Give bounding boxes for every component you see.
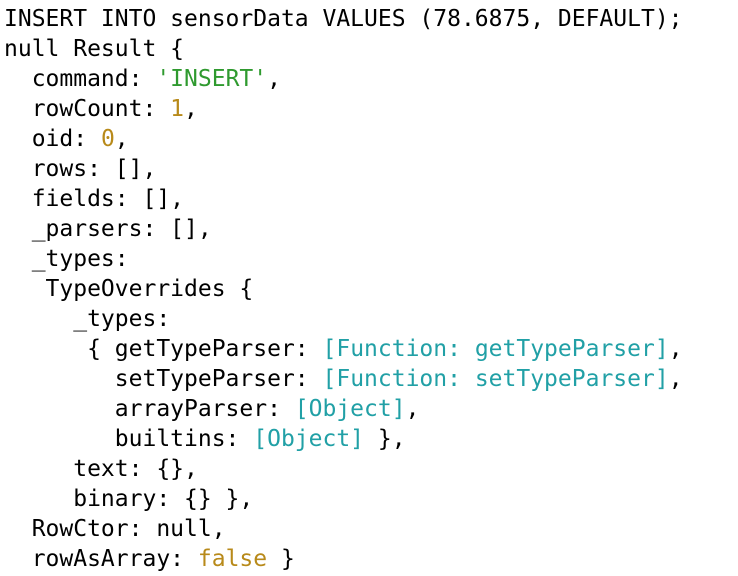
terminal-token-plain: command: <box>4 66 157 92</box>
terminal-line: arrayParser: [Object], <box>4 394 738 424</box>
terminal-token-plain: , <box>114 126 129 152</box>
terminal-line: rows: [], <box>4 154 738 184</box>
terminal-line: setTypeParser: [Function: setTypeParser]… <box>4 364 738 394</box>
terminal-line: INSERT INTO sensorData VALUES (78.6875, … <box>4 4 738 34</box>
terminal-token-plain: RowCtor: null, <box>4 516 226 542</box>
terminal-line: command: 'INSERT', <box>4 64 738 94</box>
terminal-token-plain: , <box>405 396 420 422</box>
terminal-line: builtins: [Object] }, <box>4 424 738 454</box>
terminal-line: fields: [], <box>4 184 738 214</box>
terminal-token-plain: builtins: <box>4 426 254 452</box>
terminal-token-plain: fields: [], <box>4 186 185 212</box>
terminal-line: rowAsArray: false } <box>4 544 738 574</box>
terminal-line: text: {}, <box>4 454 738 484</box>
terminal-token-plain: _parsers: [], <box>4 216 212 242</box>
terminal-token-plain: oid: <box>4 126 101 152</box>
terminal-token-plain: , <box>184 96 198 122</box>
terminal-token-plain: }, <box>364 426 406 452</box>
terminal-line: _types: <box>4 244 738 274</box>
terminal-token-plain: _types: <box>4 246 129 272</box>
terminal-token-boolean: false <box>197 546 268 572</box>
terminal-token-special: [Function: setTypeParser] <box>322 366 669 392</box>
terminal-line: rowCount: 1, <box>4 94 738 124</box>
terminal-token-plain: binary: {} }, <box>4 486 254 512</box>
terminal-token-plain: rowCount: <box>4 96 171 122</box>
terminal-token-plain: arrayParser: <box>4 396 295 422</box>
terminal-token-plain: TypeOverrides { <box>4 276 254 302</box>
terminal-token-number: 0 <box>100 126 115 152</box>
terminal-line: oid: 0, <box>4 124 738 154</box>
terminal-token-plain: } <box>267 546 295 572</box>
terminal-line: _parsers: [], <box>4 214 738 244</box>
terminal-line: RowCtor: null, <box>4 514 738 544</box>
terminal-token-plain: setTypeParser: <box>4 366 323 392</box>
terminal-token-string: 'INSERT' <box>156 66 268 92</box>
terminal-token-plain: , <box>267 66 281 92</box>
terminal-token-special: [Object] <box>253 426 365 452</box>
terminal-token-plain: INSERT INTO sensorData VALUES (78.6875, … <box>4 6 683 32</box>
terminal-token-plain: rowAsArray: <box>4 546 198 572</box>
terminal-line: { getTypeParser: [Function: getTypeParse… <box>4 334 738 364</box>
terminal-token-plain: _types: <box>4 306 171 332</box>
terminal-token-plain: , <box>668 336 683 362</box>
terminal-token-plain: { getTypeParser: <box>4 336 323 362</box>
terminal-output: INSERT INTO sensorData VALUES (78.6875, … <box>0 0 738 576</box>
terminal-token-special: [Function: getTypeParser] <box>322 336 669 362</box>
terminal-token-special: [Object] <box>294 396 406 422</box>
terminal-token-number: 1 <box>170 96 185 122</box>
terminal-token-plain: rows: [], <box>4 156 157 182</box>
terminal-line: _types: <box>4 304 738 334</box>
terminal-line: binary: {} }, <box>4 484 738 514</box>
terminal-token-plain: , <box>668 366 683 392</box>
terminal-token-plain: null Result { <box>4 36 185 62</box>
terminal-line: null Result { <box>4 34 738 64</box>
terminal-line: TypeOverrides { <box>4 274 738 304</box>
terminal-token-plain: text: {}, <box>4 456 198 482</box>
